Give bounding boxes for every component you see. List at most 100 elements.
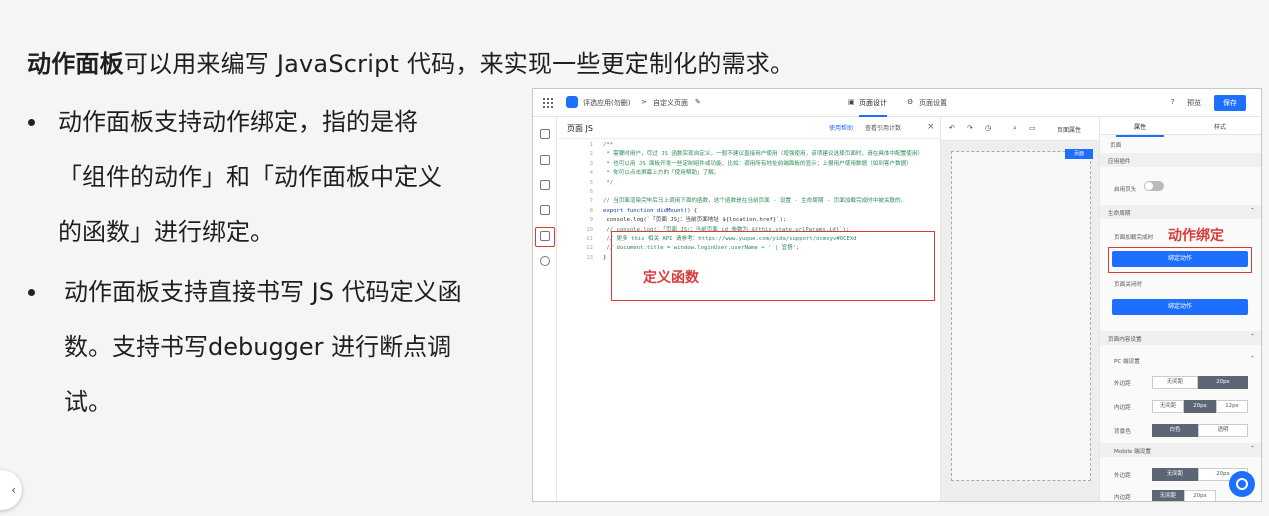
tab-page-design[interactable]: 页面设计 xyxy=(859,98,887,117)
app-grid-icon[interactable] xyxy=(543,98,553,108)
properties-panel: 属性 样式 页面 应用插件 启用页头 生命周期 ⌃ 页面加载完成时 动作绑定 绑… xyxy=(1099,117,1261,501)
code-line: 8 export function didMount() { xyxy=(557,207,941,216)
canvas-page[interactable] xyxy=(951,151,1091,481)
code-line: 9 console.log(`「页面 JS」：当前页面地址 ${location… xyxy=(557,216,941,225)
code-line: 6 xyxy=(557,188,941,197)
line-number: 10 xyxy=(586,226,593,233)
code-line: 4 * 你可以点击屏幕上方的「使用帮助」了解。 xyxy=(557,169,941,178)
slide-title: 动作面板可以用来编写 JavaScript 代码，来实现一些更定制化的需求。 xyxy=(27,44,794,79)
action-binding-annotation: 动作绑定 xyxy=(1168,228,1224,244)
ref-count-link[interactable]: 查看引用计数 xyxy=(865,123,901,132)
onload-label: 页面加载完成时 xyxy=(1114,235,1154,241)
pc-margin-20[interactable]: 20px xyxy=(1198,376,1248,389)
chevron-up-icon[interactable]: ⌃ xyxy=(1250,208,1255,214)
bullet-line: 的函数」进行绑定。 xyxy=(58,218,274,246)
js-editor-panel: 页面 JS 使用帮助 查看引用计数 × 1 /** 2 * 需要时用户，尽过 JS … xyxy=(557,117,941,501)
pc-padding-label: 内边距 xyxy=(1114,405,1131,411)
page-tag: 页面 xyxy=(1065,149,1093,159)
code-line: 5 */ xyxy=(557,179,941,188)
redo-icon[interactable]: ↷ xyxy=(967,124,973,132)
line-number: 6 xyxy=(589,189,593,196)
app-name[interactable]: 评选应用(勿删) xyxy=(583,98,630,108)
pc-margin-label: 外边距 xyxy=(1114,381,1131,387)
pc-bg-white[interactable]: 白色 xyxy=(1152,424,1198,437)
code-text: /** xyxy=(603,142,614,148)
mobile-margin-label: 外边距 xyxy=(1114,473,1131,479)
globe-icon[interactable] xyxy=(540,256,550,266)
preview-button[interactable]: 预览 xyxy=(1187,98,1201,108)
mobile-padding-label: 内边距 xyxy=(1114,495,1131,501)
pc-margin-none[interactable]: 无间距 xyxy=(1152,376,1198,389)
code-line: 7 // 当页面渲染完毕后马上调用下面的函数，这个函数是在当前页面 - 设置 - … xyxy=(557,197,941,206)
code-text: console.log(`「页面 JS」：当前页面地址 ${location.h… xyxy=(603,217,787,224)
outline-icon[interactable] xyxy=(540,129,550,139)
bullet-line: 数。支持书写debugger 进行断点调 xyxy=(64,333,452,361)
line-number: 9 xyxy=(589,217,593,224)
tab-style[interactable]: 样式 xyxy=(1214,122,1226,131)
components-icon[interactable] xyxy=(540,155,550,165)
line-number: 4 xyxy=(589,170,593,177)
pc-padding-20[interactable]: 20px xyxy=(1184,400,1216,413)
bullet-dot xyxy=(28,119,35,126)
code-text: * 你可以点击屏幕上方的「使用帮助」了解。 xyxy=(603,170,720,177)
page-props-button[interactable]: 页面属性 xyxy=(1057,125,1081,134)
code-text: * 需要时用户，尽过 JS 函数实现自定义，一般不建议直接用户使用（增强使用，该… xyxy=(603,151,924,158)
bind-action-button-unload[interactable]: 绑定动作 xyxy=(1112,299,1248,315)
code-line: 2 * 需要时用户，尽过 JS 函数实现自定义，一般不建议直接用户使用（增强使用… xyxy=(557,150,941,159)
bullet-dot xyxy=(28,289,35,296)
pc-bg-transparent[interactable]: 透明 xyxy=(1198,424,1248,437)
line-number: 3 xyxy=(589,160,593,167)
mobile-margin-none[interactable]: 无间距 xyxy=(1152,468,1198,481)
design-canvas: ↶ ↷ ◷ ⌕ ▭ 页面属性 页面 xyxy=(941,117,1099,501)
pc-bg-label: 背景色 xyxy=(1114,429,1131,435)
tab-properties[interactable]: 属性 xyxy=(1115,122,1165,137)
undo-icon[interactable]: ↶ xyxy=(949,124,955,132)
line-number: 1 xyxy=(589,142,593,148)
page-name[interactable]: 自定义页面 xyxy=(653,98,688,108)
editor-header: 页面 JS 使用帮助 查看引用计数 × xyxy=(557,117,941,139)
pc-padding-12[interactable]: 12px xyxy=(1216,400,1248,413)
slide-nav-button[interactable]: ‹ xyxy=(0,470,22,510)
props-breadcrumb: 页面 xyxy=(1110,143,1122,149)
close-icon[interactable]: × xyxy=(927,122,935,132)
bind-highlight-box xyxy=(1108,247,1252,273)
code-text: * 也可以用 JS 面板开发一些定制组件或功能，比如：调用所有地址前端面板的显示… xyxy=(603,160,912,167)
bullet-line: 动作面板支持动作绑定，指的是将 xyxy=(58,108,418,136)
breadcrumb-separator: > xyxy=(641,98,647,106)
mobile-padding-none[interactable]: 无间距 xyxy=(1152,490,1184,501)
search-icon[interactable]: ⌕ xyxy=(1013,124,1017,133)
help-link[interactable]: 使用帮助 xyxy=(829,123,853,132)
edit-icon[interactable]: ✎ xyxy=(695,98,701,106)
chevron-up-icon[interactable]: ⌃ xyxy=(1250,446,1255,452)
settings-tab-icon: ⚙ xyxy=(907,98,914,106)
line-number: 11 xyxy=(586,236,593,243)
line-number: 13 xyxy=(586,254,593,261)
save-button[interactable]: 保存 xyxy=(1214,95,1246,111)
tab-page-settings[interactable]: 页面设置 xyxy=(919,98,947,108)
device-icon[interactable]: ▭ xyxy=(1029,124,1036,132)
help-icon[interactable]: ? xyxy=(1171,98,1175,106)
bullet-line: 「组件的动作」和「动作面板中定义 xyxy=(58,163,442,191)
templates-icon[interactable] xyxy=(540,180,550,190)
section-lifecycle-label: 生命周期 xyxy=(1108,211,1131,217)
section-plugins: 应用插件 xyxy=(1100,153,1261,167)
app-logo-icon xyxy=(566,96,578,108)
slide-title-rest: 可以用来编写 JavaScript 代码，来实现一些更定制化的需求。 xyxy=(123,50,795,78)
app-topbar: 评选应用(勿删) > 自定义页面 ✎ ▣ 页面设计 ⚙ 页面设置 ? 预览 保存 xyxy=(533,89,1261,117)
design-tab-icon: ▣ xyxy=(848,98,855,106)
pc-padding-none[interactable]: 无间距 xyxy=(1152,400,1184,413)
header-toggle[interactable] xyxy=(1144,181,1164,191)
line-number: 5 xyxy=(589,179,593,186)
bullet-text: 动作面板支持动作绑定，指的是将 「组件的动作」和「动作面板中定义 的函数」进行绑… xyxy=(58,95,518,260)
chevron-up-icon[interactable]: ⌃ xyxy=(1250,334,1255,340)
code-text: // 当页面渲染完毕后马上调用下面的函数，这个函数是在当前页面 - 设置 - 生… xyxy=(603,198,907,205)
pc-group-label: PC 端设置 xyxy=(1114,359,1140,365)
chevron-up-icon[interactable]: ⌃ xyxy=(1250,356,1255,362)
section-content-label: 页面内容设置 xyxy=(1108,337,1142,343)
mobile-padding-20[interactable]: 20px xyxy=(1184,490,1216,501)
section-lifecycle: 生命周期 ⌃ xyxy=(1100,205,1261,219)
help-chat-button[interactable] xyxy=(1229,471,1255,497)
datasource-icon[interactable] xyxy=(540,205,550,215)
history-icon[interactable]: ◷ xyxy=(985,124,991,132)
app-screenshot: 评选应用(勿删) > 自定义页面 ✎ ▣ 页面设计 ⚙ 页面设置 ? 预览 保存… xyxy=(532,88,1262,502)
